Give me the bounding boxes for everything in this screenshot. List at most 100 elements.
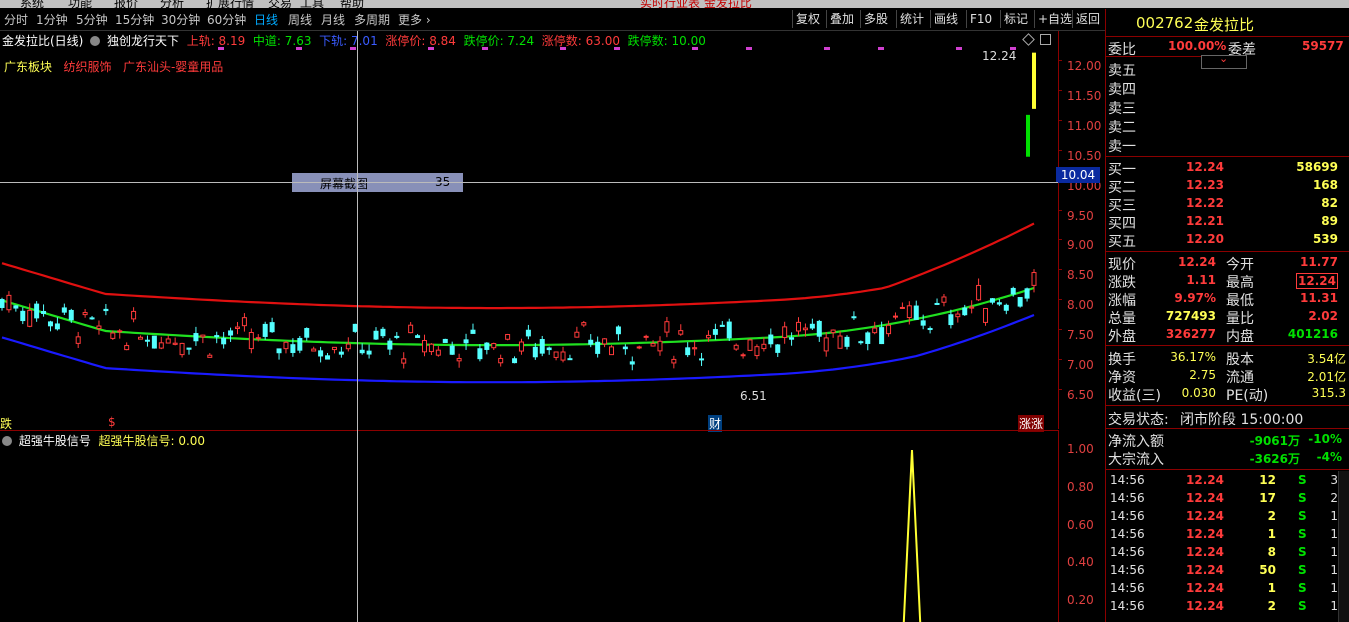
kline-canvas bbox=[0, 47, 1037, 384]
candle-body bbox=[872, 327, 878, 334]
buy-level-label: 买五 bbox=[1108, 234, 1136, 250]
menu-item[interactable]: 交易 bbox=[268, 0, 292, 8]
period-tab-active[interactable]: 日线 bbox=[254, 11, 278, 28]
signal-canvas bbox=[902, 449, 922, 622]
tick-price: 12.24 bbox=[1186, 563, 1224, 577]
period-tab[interactable]: 60分钟 bbox=[207, 11, 246, 28]
buy-level-row[interactable]: 买二 12.23 168 bbox=[1106, 177, 1349, 196]
flow-percent: -4% bbox=[1316, 450, 1342, 464]
back-button[interactable]: 返回 bbox=[1072, 10, 1103, 28]
mark-button[interactable]: 标记 bbox=[1000, 10, 1031, 28]
period-tab[interactable]: 月线 bbox=[321, 11, 345, 28]
axis-label: 0.80 bbox=[1067, 479, 1094, 494]
period-tab[interactable]: 30分钟 bbox=[161, 11, 200, 28]
candle-body bbox=[920, 320, 926, 326]
settings-icon[interactable] bbox=[90, 36, 101, 46]
candle-body bbox=[1024, 288, 1030, 299]
candle-body bbox=[366, 350, 372, 355]
buy-level-price: 12.22 bbox=[1186, 196, 1224, 210]
axis-label: 6.50 bbox=[1067, 388, 1094, 402]
signal-subchart[interactable]: 超强牛股信号 超强牛股信号: 0.00 bbox=[0, 430, 1058, 622]
period-tab[interactable]: 多周期 bbox=[354, 11, 390, 28]
menu-item[interactable]: 工具 bbox=[300, 0, 324, 8]
flow-percent: -10% bbox=[1308, 432, 1342, 446]
candle-body bbox=[886, 324, 892, 335]
sector-tag[interactable]: 广东汕头-婴童用品 bbox=[123, 60, 223, 74]
sector-tag[interactable]: 广东板块 bbox=[4, 60, 52, 74]
buy-level-row[interactable]: 买五 12.20 539 bbox=[1106, 231, 1349, 250]
candle-body bbox=[976, 284, 982, 301]
candle-body bbox=[657, 340, 663, 352]
candle-body bbox=[906, 305, 912, 319]
menu-item[interactable]: 系统 bbox=[20, 0, 44, 8]
period-tab[interactable]: 5分钟 bbox=[76, 11, 108, 28]
indicator-name[interactable]: 独创龙行天下 bbox=[107, 34, 179, 48]
statistics-button[interactable]: 统计 bbox=[896, 10, 927, 28]
overlay-button[interactable]: 叠加 bbox=[826, 10, 857, 28]
candle-body bbox=[913, 305, 919, 320]
window-toggle-icon[interactable] bbox=[1040, 34, 1051, 45]
settings-icon[interactable] bbox=[2, 436, 12, 446]
sector-tag[interactable]: 纺织服饰 bbox=[63, 60, 111, 74]
menu-item[interactable]: 帮助 bbox=[340, 0, 364, 8]
stat-value: 326277 bbox=[1165, 327, 1216, 341]
axis-label: 0.40 bbox=[1067, 555, 1094, 570]
low-annotation: 6.51 bbox=[740, 389, 767, 403]
menu-item[interactable]: 报价 bbox=[114, 0, 138, 8]
buy-level-label: 买二 bbox=[1108, 180, 1136, 196]
subchart-indicator-name[interactable]: 超强牛股信号 bbox=[19, 434, 91, 448]
candle-body bbox=[75, 336, 81, 344]
buy-level-label: 买三 bbox=[1108, 198, 1136, 214]
add-favorite-button[interactable]: +自选 bbox=[1034, 10, 1075, 28]
subchart-info-line: 超强牛股信号 超强牛股信号: 0.00 bbox=[2, 432, 205, 449]
candle-body bbox=[387, 340, 393, 350]
axis-label: 9.50 bbox=[1067, 208, 1094, 223]
candle-body bbox=[782, 326, 788, 339]
tick-row: 14:56 12.24 2 S 1 bbox=[1106, 598, 1338, 616]
buy-level-row[interactable]: 买三 12.22 82 bbox=[1106, 195, 1349, 214]
candle-body bbox=[671, 358, 677, 364]
period-tab[interactable]: 1分钟 bbox=[36, 11, 68, 28]
sell-level-label: 卖三 bbox=[1108, 101, 1136, 117]
period-tab[interactable]: 分时 bbox=[4, 11, 28, 28]
period-tab-more[interactable]: 更多 › bbox=[398, 11, 431, 28]
tick-row: 14:56 12.24 1 S 1 bbox=[1106, 580, 1338, 598]
stat-label: 最高 bbox=[1226, 275, 1254, 291]
candle-body bbox=[428, 343, 434, 353]
limit-down-count: 跌停数: 10.00 bbox=[627, 34, 706, 48]
weibi-value: 100.00% bbox=[1168, 39, 1227, 53]
signal-dot bbox=[746, 47, 752, 50]
axis-tick bbox=[1058, 149, 1062, 151]
candle-body bbox=[574, 331, 580, 338]
sector-line: 广东板块 纺织服饰 广东汕头-婴童用品 bbox=[4, 58, 223, 75]
menu-item[interactable]: 功能 bbox=[68, 0, 92, 8]
buy-level-row[interactable]: 买四 12.21 89 bbox=[1106, 213, 1349, 232]
buy-level-row[interactable]: 买一 12.24 58699 bbox=[1106, 159, 1349, 178]
flow-value: -9061万 bbox=[1249, 434, 1300, 448]
period-tab[interactable]: 15分钟 bbox=[115, 11, 154, 28]
menu-item[interactable]: 分析 bbox=[160, 0, 184, 8]
stock-period-label: 金发拉比(日线) bbox=[2, 34, 84, 48]
axis-label: 0.60 bbox=[1067, 517, 1094, 532]
flow-value: -3626万 bbox=[1249, 452, 1300, 466]
candle-body bbox=[1017, 297, 1023, 307]
buy-level-volume: 168 bbox=[1312, 178, 1338, 192]
fuquan-button[interactable]: 复权 bbox=[792, 10, 823, 28]
kline-chart[interactable]: 金发拉比(日线) 独创龙行天下 上轨: 8.19 中道: 7.63 下轨: 7.… bbox=[0, 31, 1058, 432]
tick-count: 3 bbox=[1330, 473, 1338, 487]
multi-stock-button[interactable]: 多股 bbox=[860, 10, 891, 28]
draw-line-button[interactable]: 画线 bbox=[930, 10, 961, 28]
candle-body bbox=[622, 346, 628, 350]
period-toolbar: 分时 1分钟 5分钟 15分钟 30分钟 60分钟 日线 周线 月线 多周期 更… bbox=[0, 9, 1105, 31]
menu-item[interactable]: 扩展行情 bbox=[206, 0, 254, 8]
upper-band-value: 上轨: 8.19 bbox=[186, 34, 246, 48]
tick-scrollbar[interactable] bbox=[1338, 471, 1349, 622]
tick-time: 14:56 bbox=[1110, 527, 1145, 541]
candle-body bbox=[858, 341, 864, 344]
tick-time: 14:56 bbox=[1110, 563, 1145, 577]
tick-time: 14:56 bbox=[1110, 509, 1145, 523]
tick-row: 14:56 12.24 2 S 1 bbox=[1106, 508, 1338, 526]
tick-count: 1 bbox=[1330, 599, 1338, 613]
f10-button[interactable]: F10 bbox=[966, 10, 995, 28]
period-tab[interactable]: 周线 bbox=[288, 11, 312, 28]
